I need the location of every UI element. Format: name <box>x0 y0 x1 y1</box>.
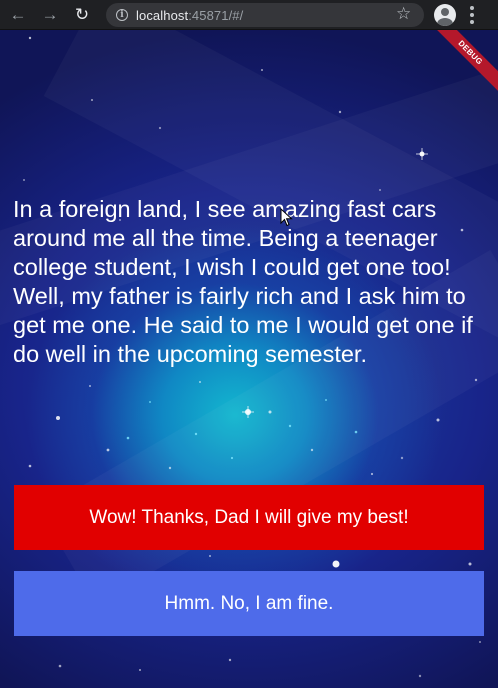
browser-toolbar: ← → ↻ i localhost:45871/#/ ☆ <box>0 0 498 30</box>
story-text: In a foreign land, I see amazing fast ca… <box>13 196 473 367</box>
arrow-left-icon: ← <box>9 5 27 24</box>
star-icon[interactable]: ☆ <box>396 4 411 24</box>
choice-2-label: Hmm. No, I am fine. <box>164 592 334 614</box>
game-screen: DEBUG In a foreign land, I see amazing f… <box>0 30 498 688</box>
more-vert-icon[interactable] <box>470 6 474 24</box>
arrow-right-icon: → <box>41 5 59 24</box>
reload-icon: ↻ <box>74 5 90 24</box>
url-text[interactable]: localhost:45871/#/ <box>136 8 243 23</box>
url-host: localhost <box>136 7 189 23</box>
forward-button[interactable]: → <box>38 3 62 27</box>
url-path: :45871/#/ <box>188 7 244 23</box>
choice-1-button[interactable]: Wow! Thanks, Dad I will give my best! <box>14 485 484 550</box>
address-bar[interactable]: i localhost:45871/#/ <box>106 3 424 27</box>
choice-2-button[interactable]: Hmm. No, I am fine. <box>14 571 484 636</box>
back-button[interactable]: ← <box>6 3 30 27</box>
reload-button[interactable]: ↻ <box>70 3 94 27</box>
profile-icon[interactable] <box>434 4 456 26</box>
choice-1-label: Wow! Thanks, Dad I will give my best! <box>89 506 409 528</box>
info-icon[interactable]: i <box>116 9 128 21</box>
mouse-cursor-icon <box>280 208 293 227</box>
